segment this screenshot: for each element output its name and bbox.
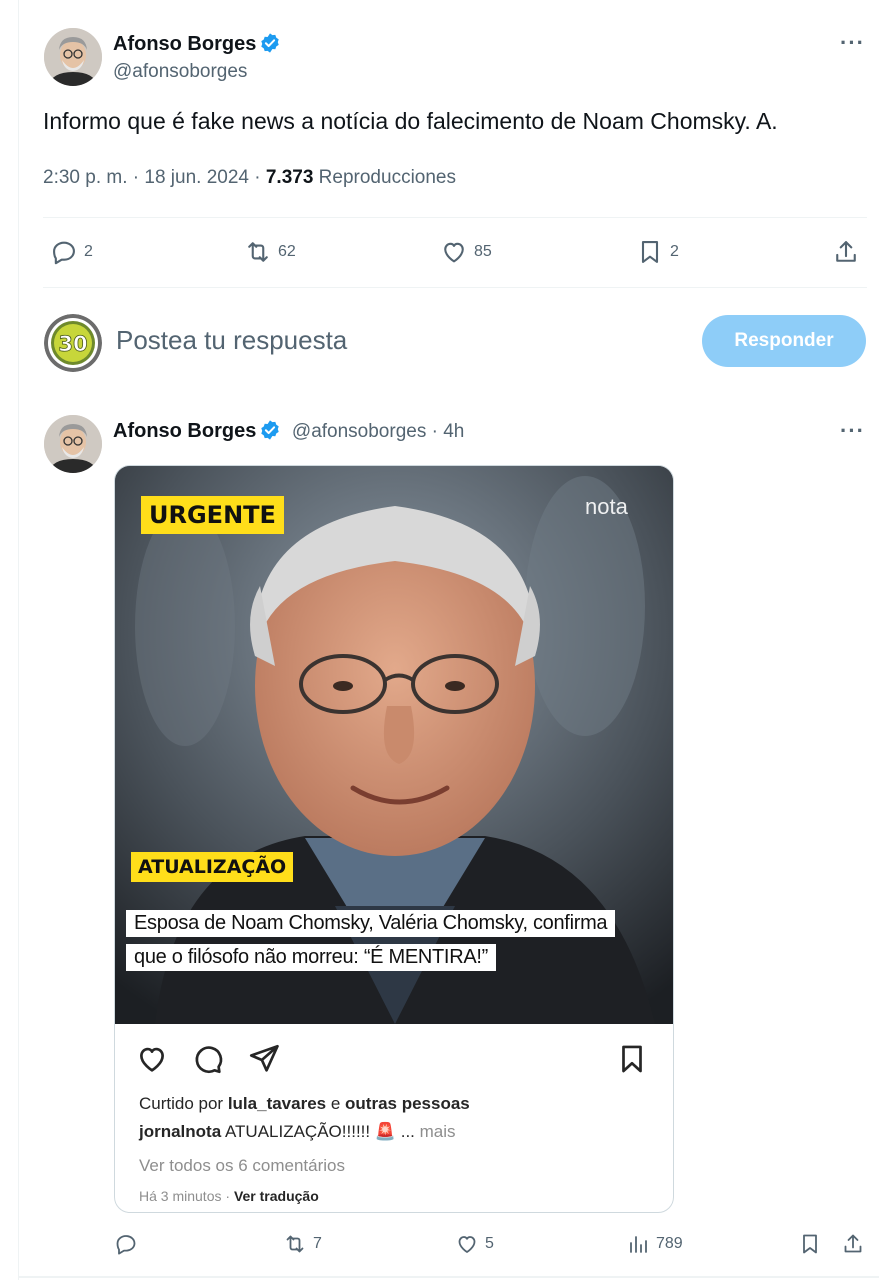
retweet-button[interactable]: 62 [244,238,296,266]
nota-logo: nota [585,494,628,519]
reply-author-handle[interactable]: @afonsoborges [292,421,426,442]
ig-comments-link[interactable]: Ver todos os 6 comentários [139,1156,345,1176]
share-icon [844,1234,862,1253]
ig-liked-by: Curtido por lula_tavares e outras pessoa… [139,1094,470,1114]
verified-badge-icon [261,33,280,53]
retweet-count: 62 [278,243,296,260]
reply-button[interactable]: 2 [50,238,93,266]
instagram-actions [115,1038,673,1078]
bookmark-count: 2 [670,243,679,260]
like-button[interactable]: 85 [440,238,492,266]
reply-tweet-views-count: 789 [656,1235,683,1252]
update-tag: ATUALIZAÇÃO [131,852,294,882]
reply-more-icon[interactable]: ··· [840,418,865,444]
reply-time[interactable]: · 4h [426,421,465,442]
reply-icon [53,241,75,265]
author-handle[interactable]: @afonsoborges [113,61,247,83]
ig-time-ago: Há 3 minutos [139,1188,222,1204]
more-icon[interactable]: ··· [840,30,865,56]
retweet-icon [248,242,268,262]
tweet-meta: 2:30 p. m. · 18 jun. 2024 · 7.373 Reprod… [43,167,456,189]
reply-tweet-share-button[interactable] [841,1232,865,1256]
like-icon [444,242,464,263]
divider [43,217,867,218]
divider [18,1276,879,1278]
views-count: 7.373 [265,167,314,188]
bookmark-button[interactable]: 2 [636,238,679,266]
divider [43,287,867,288]
share-button[interactable] [832,238,860,266]
reply-icon [116,1235,136,1255]
ig-separator: · [221,1188,234,1204]
ig-liked-others[interactable]: outras pessoas [345,1094,470,1113]
reply-tweet-retweet-button[interactable]: 7 [283,1232,322,1256]
ig-heart-icon[interactable] [135,1042,169,1076]
reply-submit-button[interactable]: Responder [702,315,866,367]
author-name-text[interactable]: Afonso Borges [113,33,256,55]
current-user-avatar[interactable]: 30 [44,314,102,372]
ig-footer: Há 3 minutos · Ver tradução [139,1188,319,1204]
views-label: Reproducciones [313,167,456,188]
reply-tweet-retweet-count: 7 [313,1235,322,1252]
verified-badge-icon [261,420,280,440]
reply-count: 2 [84,243,93,260]
photo-caption-line-2: que o filósofo não morreu: “É MENTIRA!” [126,944,496,971]
like-count: 85 [474,243,492,260]
ig-comment-icon[interactable] [191,1042,225,1076]
photo-caption-line-1: Esposa de Noam Chomsky, Valéria Chomsky,… [126,910,616,937]
share-icon [836,241,856,262]
ig-caption-text: ATUALIZAÇÃO!!!!!! 🚨 [221,1122,397,1141]
bookmark-icon [803,1234,817,1254]
embedded-media-card[interactable]: URGENTE nota ATUALIZAÇÃO Esposa de Noam … [114,465,674,1213]
tweet-timestamp[interactable]: 2:30 p. m. · 18 jun. 2024 · [43,167,266,188]
reply-author-row: Afonso Borges @afonsoborges · 4h [113,419,464,443]
reply-tweet-bookmark-button[interactable] [798,1232,822,1256]
ig-more-link[interactable]: mais [420,1122,456,1141]
ig-translate-link[interactable]: Ver tradução [234,1188,319,1204]
ig-liked-prefix: Curtido por [139,1094,228,1113]
avatar-portrait-icon [44,415,102,473]
ig-liked-user[interactable]: lula_tavares [228,1094,326,1113]
ig-caption: jornalnota ATUALIZAÇÃO!!!!!! 🚨 ... mais [139,1122,456,1142]
ig-liked-middle: e [326,1094,346,1113]
reply-input[interactable]: Postea tu respuesta [116,325,347,356]
like-icon [458,1236,476,1253]
reply-author-name[interactable]: Afonso Borges [113,420,256,442]
reply-tweet-like-button[interactable]: 5 [455,1232,494,1256]
tweet-text: Informo que é fake news a notícia do fal… [43,108,778,134]
portrait-photo-icon [115,466,673,1024]
badge-30-icon: 30 [44,314,102,372]
views-icon [630,1236,647,1253]
author-name[interactable]: Afonso Borges [113,32,281,56]
reply-author-avatar[interactable] [44,415,102,473]
author-avatar[interactable] [44,28,102,86]
reply-tweet-like-count: 5 [485,1235,494,1252]
ig-caption-user[interactable]: jornalnota [139,1122,221,1141]
reply-tweet-views-button[interactable]: 789 [626,1232,683,1256]
bookmark-icon [641,241,659,263]
news-photo[interactable]: URGENTE nota ATUALIZAÇÃO Esposa de Noam … [115,466,673,1024]
ig-send-icon[interactable] [247,1042,281,1076]
urgent-tag: URGENTE [141,496,284,534]
ig-save-icon[interactable] [615,1042,649,1076]
retweet-icon [286,1235,304,1253]
badge-30-text: 30 [58,332,87,356]
avatar-portrait-icon [44,28,102,86]
ig-caption-ellipsis: ... [396,1122,420,1141]
reply-tweet-reply-button[interactable] [114,1232,144,1256]
